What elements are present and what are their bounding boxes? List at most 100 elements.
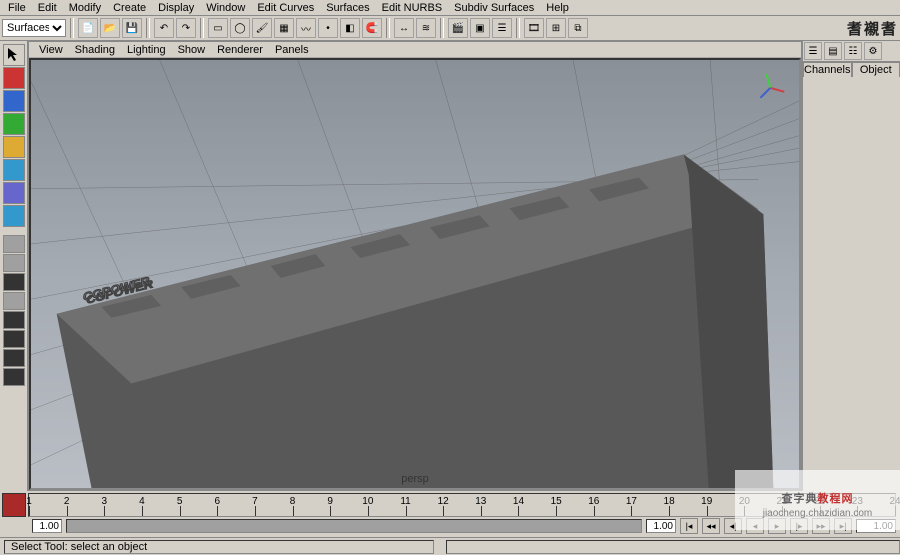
history-icon[interactable]: ≋ bbox=[416, 18, 436, 38]
timeline-tick-label: 2 bbox=[64, 496, 70, 507]
tab-channels[interactable]: Channels bbox=[803, 62, 852, 77]
tool-settings-icon[interactable]: ⚙ bbox=[864, 42, 882, 60]
status-line: Surfaces 📄 📂 💾 ↶ ↷ ▭ ◯ 🖌 ▦ 〰 • ◧ 🧲 ↔ ≋ 🎬… bbox=[0, 16, 900, 41]
tab-object[interactable]: Object bbox=[852, 62, 900, 77]
timeline-tick-label: 1 bbox=[26, 496, 32, 507]
select-icon[interactable]: ▭ bbox=[208, 18, 228, 38]
paint-icon[interactable]: 🖌 bbox=[252, 18, 272, 38]
timeline-tick-label: 10 bbox=[362, 496, 373, 507]
camera-label: persp bbox=[401, 473, 428, 485]
rotate-tool[interactable] bbox=[3, 113, 25, 135]
magnet-icon[interactable]: 🧲 bbox=[362, 18, 382, 38]
range-end-field[interactable] bbox=[646, 519, 676, 533]
attribute-editor-icon[interactable]: ☷ bbox=[844, 42, 862, 60]
watermark: 查字典教程网 jiaocheng.chazidian.com bbox=[735, 470, 900, 530]
panel-menu-bar: View Shading Lighting Show Renderer Pane… bbox=[29, 42, 801, 58]
command-result bbox=[446, 540, 900, 554]
file-save-icon[interactable]: 💾 bbox=[122, 18, 142, 38]
help-line-text: Select Tool: select an object bbox=[4, 540, 434, 554]
layout-two-h[interactable] bbox=[3, 273, 25, 291]
snap-point-icon[interactable]: • bbox=[318, 18, 338, 38]
timeline-tick-label: 17 bbox=[626, 496, 637, 507]
four-view-icon[interactable]: ⊞ bbox=[546, 18, 566, 38]
menu-edit-nurbs[interactable]: Edit NURBS bbox=[376, 1, 449, 15]
module-selector[interactable]: Surfaces bbox=[2, 19, 66, 37]
snap-view-icon[interactable]: ◧ bbox=[340, 18, 360, 38]
render-settings-icon[interactable]: ☰ bbox=[492, 18, 512, 38]
last-tool[interactable] bbox=[3, 205, 25, 227]
soft-mod-tool[interactable] bbox=[3, 159, 25, 181]
help-line: Select Tool: select an object bbox=[0, 537, 900, 555]
menu-edit-curves[interactable]: Edit Curves bbox=[251, 1, 320, 15]
cjk-toolbar-text: 耆襯耆 bbox=[847, 18, 898, 39]
select-tool[interactable] bbox=[3, 44, 25, 66]
viewport-render: CGPOWER CGPOWER persp bbox=[31, 60, 799, 488]
timeline-tick-label: 9 bbox=[327, 496, 333, 507]
scale-tool[interactable] bbox=[3, 136, 25, 158]
move-tool[interactable] bbox=[3, 90, 25, 112]
timeline-tick-label: 18 bbox=[664, 496, 675, 507]
panel-menu-renderer[interactable]: Renderer bbox=[211, 43, 269, 57]
layout-three-b[interactable] bbox=[3, 330, 25, 348]
timeline-tick-label: 19 bbox=[701, 496, 712, 507]
menu-modify[interactable]: Modify bbox=[63, 1, 107, 15]
timeline-tick-label: 5 bbox=[177, 496, 183, 507]
lasso-icon[interactable]: ◯ bbox=[230, 18, 250, 38]
file-open-icon[interactable]: 📂 bbox=[100, 18, 120, 38]
layout-single[interactable] bbox=[3, 235, 25, 253]
menu-subdiv[interactable]: Subdiv Surfaces bbox=[448, 1, 540, 15]
menu-file[interactable]: File bbox=[2, 1, 32, 15]
timeline-tick-label: 4 bbox=[139, 496, 145, 507]
snap-grid-icon[interactable]: ▦ bbox=[274, 18, 294, 38]
input-op-icon[interactable]: ↔ bbox=[394, 18, 414, 38]
view-axis-icon bbox=[760, 74, 784, 98]
timeline-tick-label: 11 bbox=[400, 496, 410, 507]
node-editor-icon[interactable]: ⧉ bbox=[568, 18, 588, 38]
film-icon[interactable]: 🎞 bbox=[524, 18, 544, 38]
menu-surfaces[interactable]: Surfaces bbox=[320, 1, 375, 15]
panel-menu-lighting[interactable]: Lighting bbox=[121, 43, 172, 57]
snap-curve-icon[interactable]: 〰 bbox=[296, 18, 316, 38]
channel-box-icon[interactable]: ☰ bbox=[804, 42, 822, 60]
main-menu-bar: File Edit Modify Create Display Window E… bbox=[0, 0, 900, 16]
timeline-tick-label: 15 bbox=[551, 496, 562, 507]
menu-create[interactable]: Create bbox=[107, 1, 152, 15]
layout-outliner-persp[interactable] bbox=[3, 349, 25, 367]
tool-box bbox=[0, 41, 28, 491]
timeline-tick-label: 6 bbox=[214, 496, 220, 507]
timeline-tick-label: 13 bbox=[475, 496, 486, 507]
menu-edit[interactable]: Edit bbox=[32, 1, 63, 15]
range-start-field[interactable] bbox=[32, 519, 62, 533]
menu-help[interactable]: Help bbox=[540, 1, 575, 15]
panel-menu-panels[interactable]: Panels bbox=[269, 43, 315, 57]
show-manip-tool[interactable] bbox=[3, 182, 25, 204]
ipr-icon[interactable]: ▣ bbox=[470, 18, 490, 38]
go-start-icon[interactable]: |◂ bbox=[680, 518, 698, 534]
layer-editor-icon[interactable]: ▤ bbox=[824, 42, 842, 60]
timeline-tick-label: 12 bbox=[438, 496, 449, 507]
timeline-tick-label: 14 bbox=[513, 496, 524, 507]
range-slider[interactable] bbox=[66, 519, 642, 533]
timeline-tick-label: 16 bbox=[588, 496, 599, 507]
channel-box-panel: ☰ ▤ ☷ ⚙ Channels Object bbox=[802, 41, 900, 491]
panel-menu-view[interactable]: View bbox=[33, 43, 69, 57]
step-back-icon[interactable]: ◂◂ bbox=[702, 518, 720, 534]
render-icon[interactable]: 🎬 bbox=[448, 18, 468, 38]
layout-two-v[interactable] bbox=[3, 292, 25, 310]
panel-menu-shading[interactable]: Shading bbox=[69, 43, 121, 57]
layout-hyper-persp[interactable] bbox=[3, 368, 25, 386]
script-editor-icon[interactable] bbox=[2, 493, 26, 517]
layout-four[interactable] bbox=[3, 254, 25, 272]
panel-menu-show[interactable]: Show bbox=[172, 43, 212, 57]
timeline-tick-label: 3 bbox=[102, 496, 108, 507]
redo-icon[interactable]: ↷ bbox=[176, 18, 196, 38]
timeline-tick-label: 8 bbox=[290, 496, 296, 507]
lasso-tool[interactable] bbox=[3, 67, 25, 89]
menu-display[interactable]: Display bbox=[152, 1, 200, 15]
menu-window[interactable]: Window bbox=[200, 1, 251, 15]
undo-icon[interactable]: ↶ bbox=[154, 18, 174, 38]
layout-three-a[interactable] bbox=[3, 311, 25, 329]
timeline-tick-label: 7 bbox=[252, 496, 258, 507]
perspective-viewport[interactable]: CGPOWER CGPOWER persp bbox=[29, 58, 801, 490]
file-new-icon[interactable]: 📄 bbox=[78, 18, 98, 38]
